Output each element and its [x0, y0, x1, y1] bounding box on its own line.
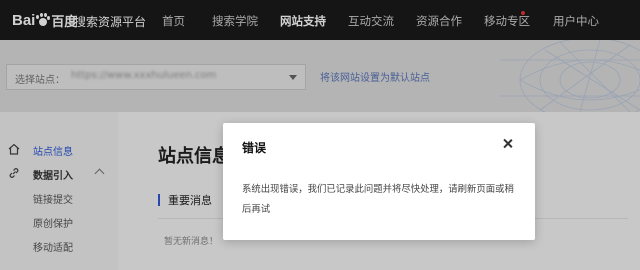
close-icon[interactable]	[501, 137, 515, 151]
dialog-title: 错误	[242, 141, 267, 155]
error-dialog: 错误 系统出现错误，我们已记录此问题并将尽快处理，请刷新页面或稍后再试	[223, 123, 535, 240]
dialog-message: 系统出现错误，我们已记录此问题并将尽快处理，请刷新页面或稍后再试	[242, 184, 514, 215]
